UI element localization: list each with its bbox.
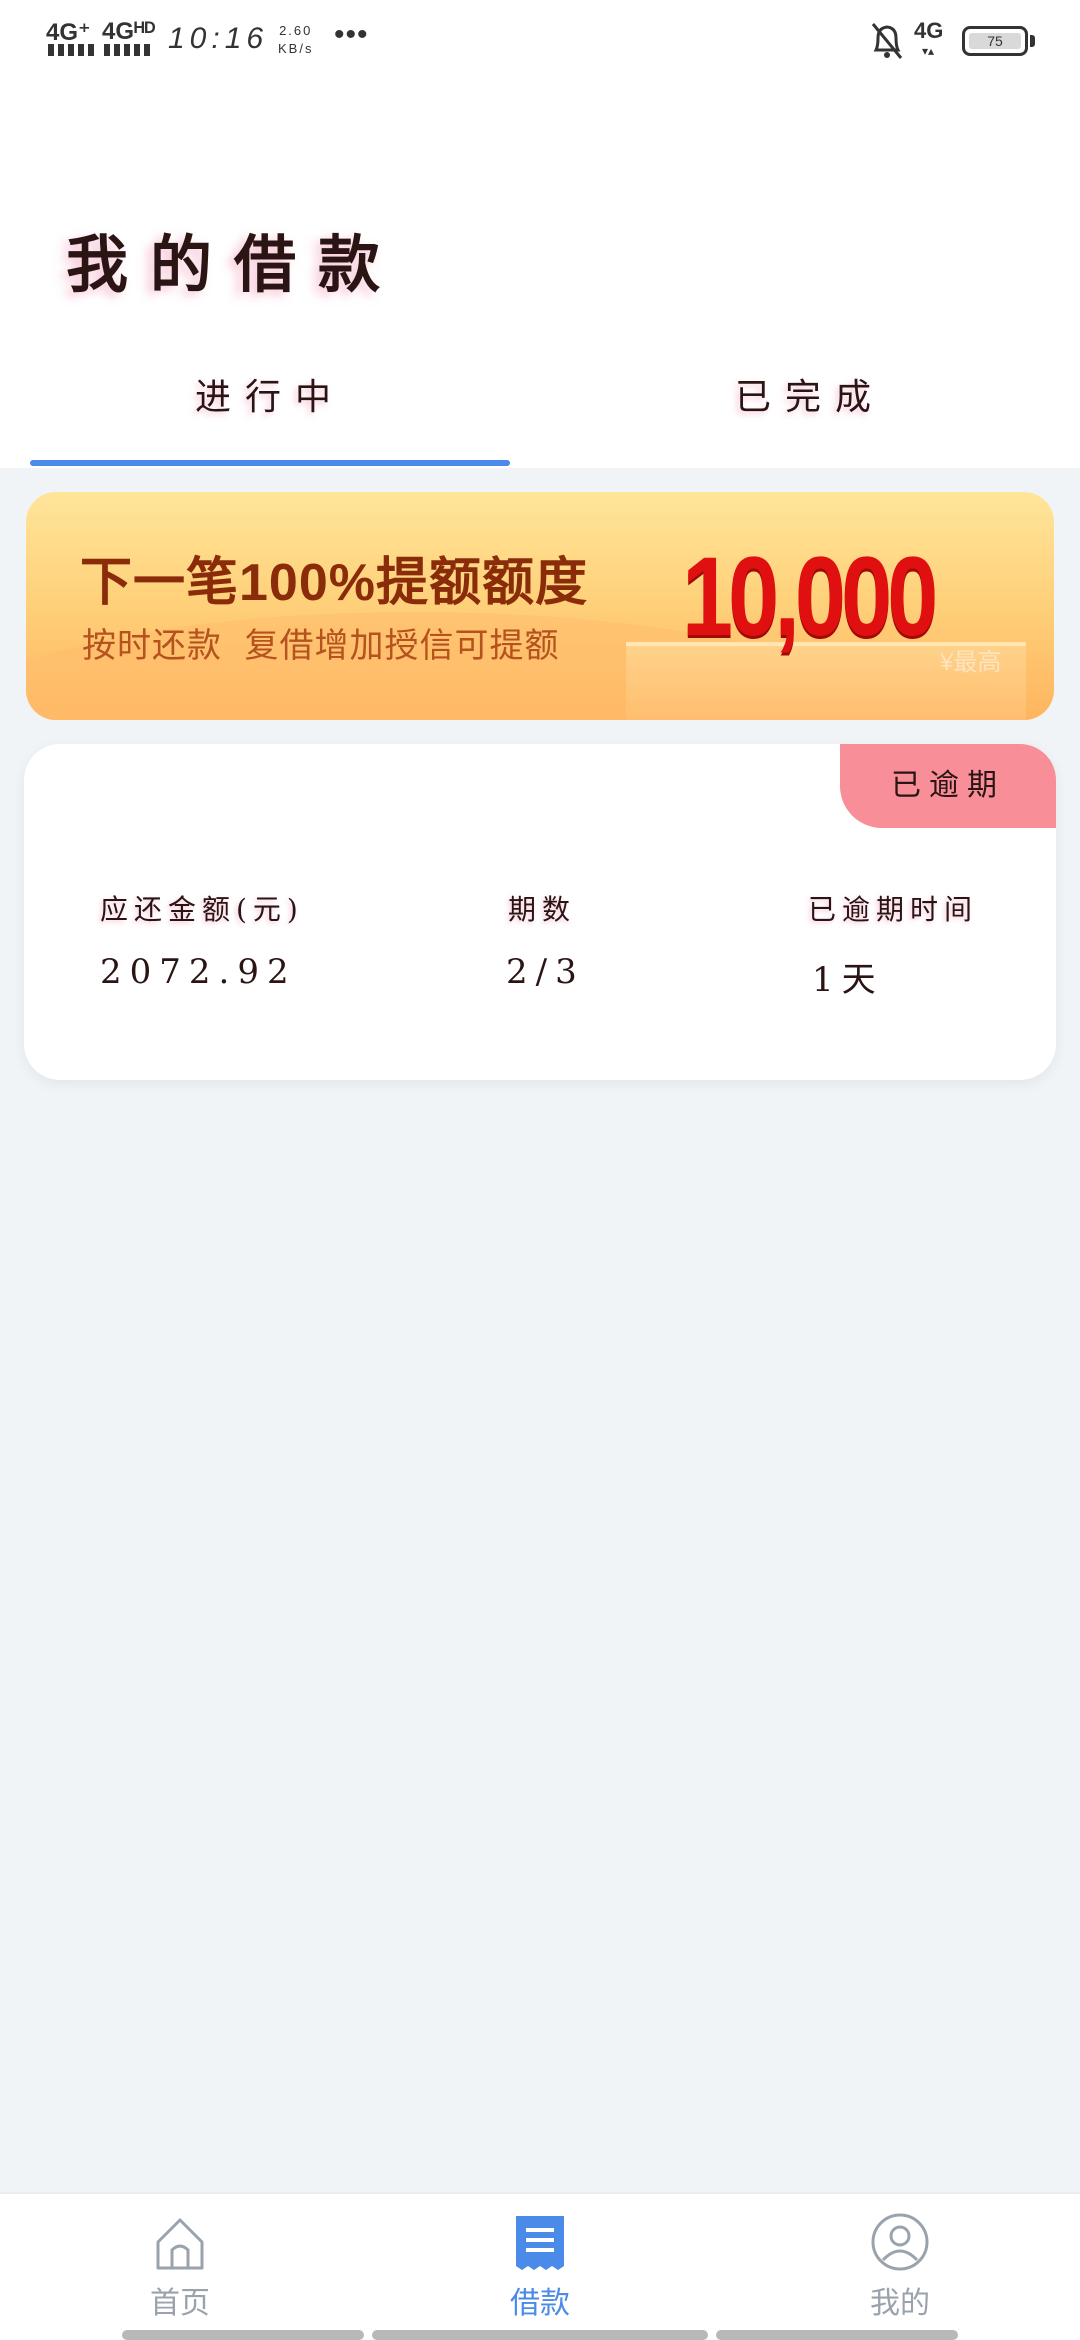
- tab-active-indicator: [30, 460, 510, 466]
- network-speed-unit: KB/s: [278, 41, 314, 56]
- battery-icon: 75: [962, 26, 1028, 56]
- battery-tip: [1030, 35, 1035, 47]
- more-notifications: •••: [334, 18, 369, 51]
- network-type: 4G: [914, 18, 944, 43]
- battery-level: 75: [969, 33, 1021, 49]
- network-speed-value: 2.60: [279, 23, 313, 38]
- network-arrows: ▾▴: [922, 44, 935, 58]
- amount-due-value: 2072.92: [100, 952, 297, 992]
- installment-label: 期数: [508, 893, 577, 926]
- overdue-time-label: 已逾期时间: [808, 893, 979, 926]
- signal-1-label: 4G⁺: [46, 19, 91, 46]
- bell-off-icon: [871, 23, 903, 59]
- nav-label-mine: 我的: [870, 2287, 930, 2320]
- header: 我的借款 进行中 已完成: [0, 82, 1080, 468]
- loan-receipt-icon: [516, 2216, 564, 2270]
- banner-title: 下一笔100%提额额度: [80, 554, 588, 612]
- gesture-bar-center: [372, 2330, 708, 2340]
- tab-completed[interactable]: 已完成: [540, 368, 1080, 420]
- home-icon: [156, 2218, 204, 2270]
- status-badge: 已逾期: [840, 744, 1056, 828]
- nav-label-loan: 借款: [510, 2287, 570, 2320]
- nav-item-loan[interactable]: 借款: [360, 2212, 720, 2322]
- amount-due-label: 应还金额(元): [100, 893, 304, 926]
- profile-icon: [871, 2213, 929, 2271]
- installment-value: 2/3: [506, 952, 585, 992]
- nav-item-home[interactable]: 首页: [0, 2212, 360, 2322]
- bottom-nav: 首页 借款 我的: [0, 2192, 1080, 2340]
- page-title: 我的借款: [66, 228, 403, 301]
- overdue-time-value: 1天: [812, 960, 884, 1000]
- tab-in-progress[interactable]: 进行中: [0, 368, 540, 420]
- status-bar: 4G⁺ 4Gᴴᴰ 10:16 2.60 KB/s ••• 4G ▾▴ 75: [0, 0, 1080, 82]
- gesture-bar-right: [716, 2330, 958, 2340]
- network-speed: 2.60 KB/s: [278, 22, 313, 58]
- nav-item-mine[interactable]: 我的: [720, 2212, 1080, 2322]
- signal-icon: [48, 44, 94, 56]
- gesture-bar-left: [122, 2330, 364, 2340]
- signal-icon: [104, 44, 150, 56]
- promo-banner[interactable]: 下一笔100%提额额度 按时还款 复借增加授信可提额 10,000 ¥最高: [26, 492, 1054, 720]
- clock: 10:16: [168, 22, 269, 55]
- nav-label-home: 首页: [150, 2287, 210, 2320]
- banner-amount: 10,000: [682, 534, 938, 659]
- banner-amount-caption: ¥最高: [940, 649, 1002, 676]
- signal-2-label: 4Gᴴᴰ: [102, 18, 156, 45]
- banner-subtitle: 按时还款 复借增加授信可提额: [82, 627, 560, 665]
